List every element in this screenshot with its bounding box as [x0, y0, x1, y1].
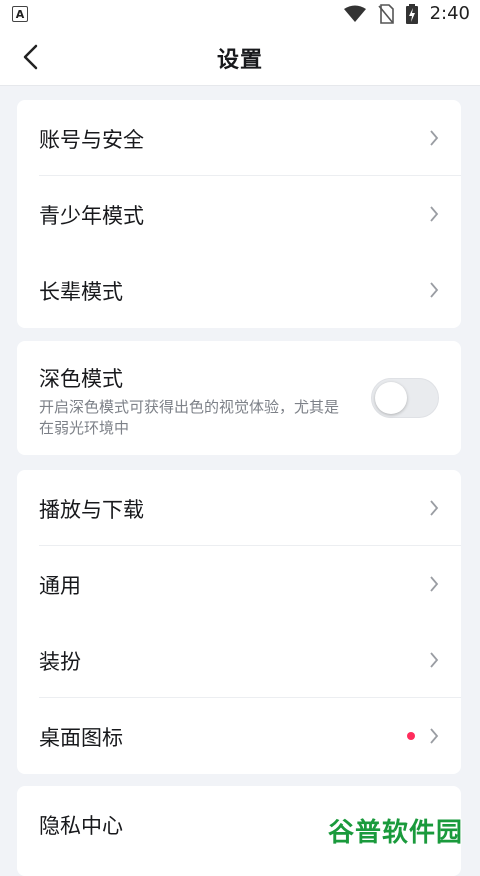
- dark-mode-card: 深色模式 开启深色模式可获得出色的视觉体验，尤其是在弱光环境中: [17, 341, 461, 455]
- status-time: 2:40: [429, 3, 470, 24]
- settings-item-account-security[interactable]: 账号与安全: [17, 100, 461, 176]
- page-title: 设置: [216, 48, 263, 73]
- chevron-right-icon: [430, 130, 439, 146]
- chevron-right-icon: [430, 206, 439, 222]
- account-settings-card: 账号与安全 青少年模式 长辈模式: [17, 100, 461, 328]
- settings-item-label: 通用: [39, 574, 81, 598]
- dark-mode-toggle[interactable]: [371, 378, 439, 418]
- watermark-logo: 谷普软件园: [328, 818, 464, 848]
- chevron-right-icon: [430, 652, 439, 668]
- settings-item-teen-mode[interactable]: 青少年模式: [17, 176, 461, 252]
- settings-item-label: 长辈模式: [39, 280, 123, 304]
- settings-item-label: 账号与安全: [39, 128, 144, 152]
- settings-item-elder-mode[interactable]: 长辈模式: [17, 252, 461, 328]
- settings-item-dress-up[interactable]: 装扮: [17, 622, 461, 698]
- new-badge-dot: [407, 732, 415, 740]
- battery-charging-icon: [405, 3, 418, 24]
- header: 设置: [0, 28, 480, 86]
- wifi-icon: [343, 5, 366, 22]
- chevron-right-icon: [430, 576, 439, 592]
- app-notification-icon: A: [12, 6, 28, 22]
- settings-item-label: 播放与下载: [39, 498, 144, 522]
- settings-item-playback-download[interactable]: 播放与下载: [17, 470, 461, 546]
- dark-mode-description: 开启深色模式可获得出色的视觉体验，尤其是在弱光环境中: [39, 398, 340, 437]
- settings-item-label: 青少年模式: [39, 204, 144, 228]
- chevron-right-icon: [430, 728, 439, 744]
- settings-item-label: 装扮: [39, 650, 81, 674]
- settings-item-desktop-icon[interactable]: 桌面图标: [17, 698, 461, 774]
- chevron-right-icon: [430, 500, 439, 516]
- settings-item-general[interactable]: 通用: [17, 546, 461, 622]
- settings-item-dark-mode: 深色模式 开启深色模式可获得出色的视觉体验，尤其是在弱光环境中: [17, 341, 461, 455]
- dark-mode-label: 深色模式: [39, 367, 123, 391]
- chevron-right-icon: [430, 282, 439, 298]
- general-settings-card: 播放与下载 通用 装扮 桌面图标: [17, 470, 461, 774]
- toggle-knob: [375, 382, 407, 414]
- settings-item-label: 桌面图标: [39, 726, 123, 750]
- status-bar: A 2:40: [0, 0, 480, 28]
- settings-item-label: 隐私中心: [39, 814, 123, 838]
- no-sim-icon: [377, 3, 394, 24]
